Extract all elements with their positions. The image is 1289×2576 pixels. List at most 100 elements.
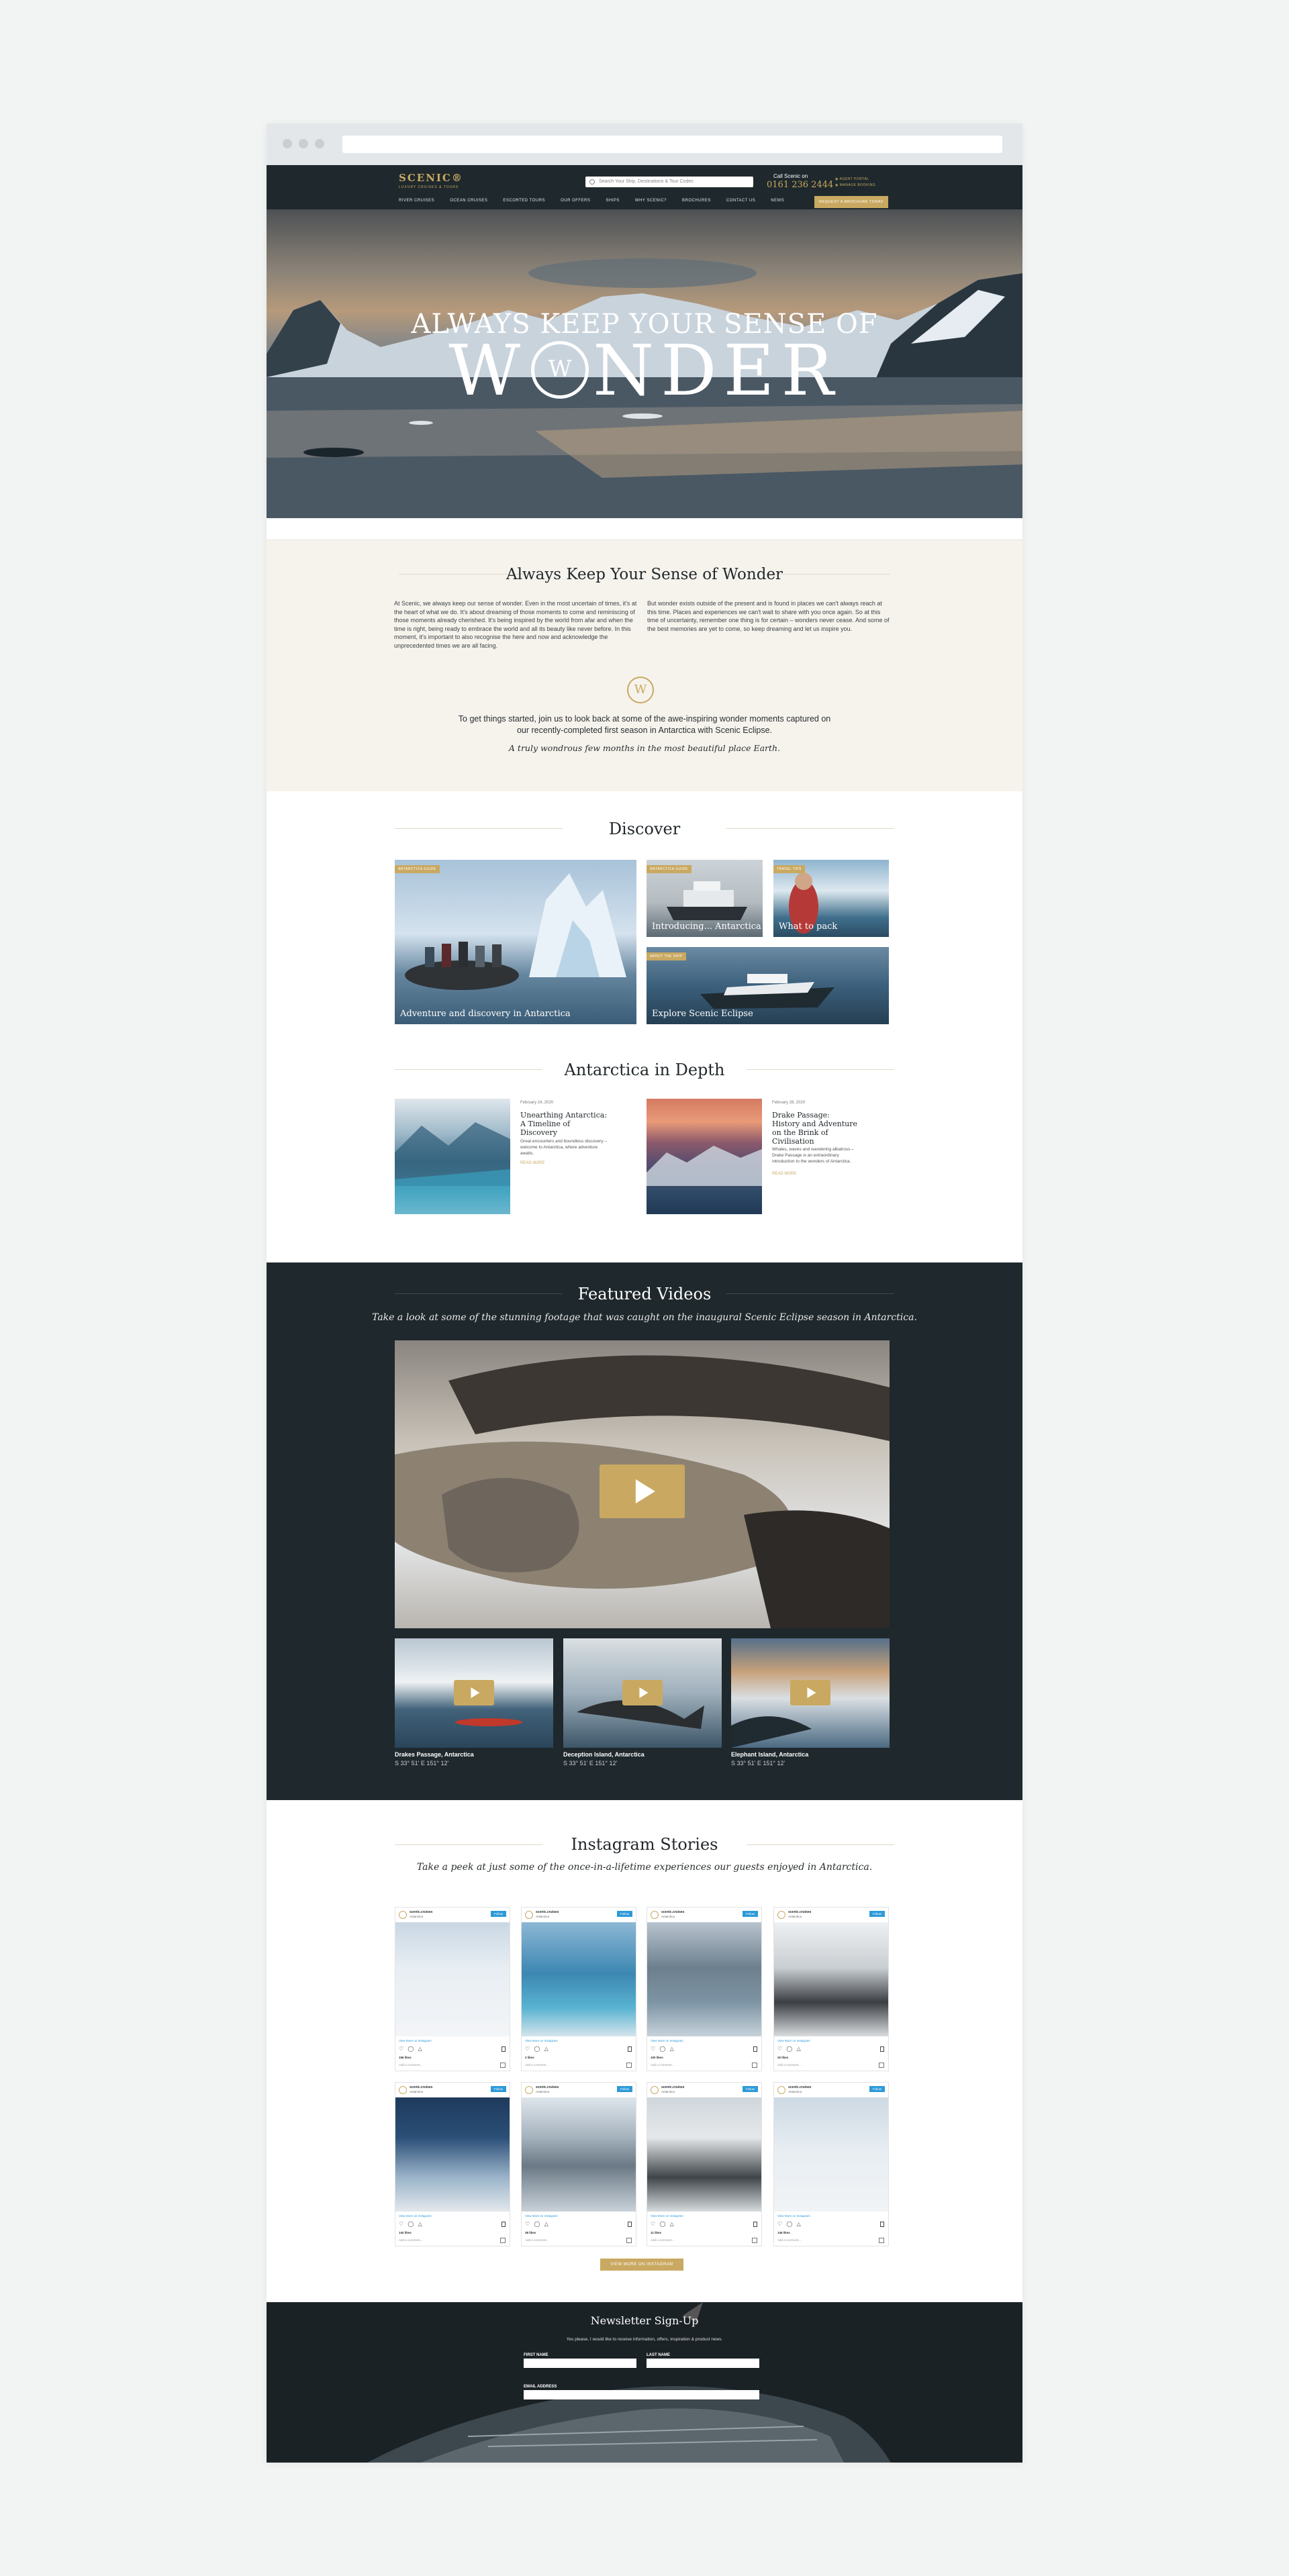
instagram-icon[interactable]	[879, 2238, 884, 2243]
follow-button[interactable]: Follow	[869, 2086, 885, 2092]
nav-news[interactable]: NEWS	[771, 199, 784, 203]
follow-button[interactable]: Follow	[490, 2086, 506, 2092]
like-comment-share-icons[interactable]: ♡ ◯ △	[525, 2046, 550, 2052]
instagram-photo[interactable]	[647, 1922, 761, 2036]
instagram-photo[interactable]	[774, 1922, 888, 2036]
phone-number[interactable]: 0161 236 2444	[767, 180, 833, 190]
instagram-post[interactable]: scenic.cruises Antarctica Follow View More …	[521, 1907, 636, 2071]
instagram-photo[interactable]	[395, 1922, 510, 2036]
nav-why-scenic[interactable]: WHY SCENIC?	[635, 199, 667, 203]
article-thumb-drake[interactable]	[647, 1099, 762, 1214]
last-name-field[interactable]	[647, 2359, 759, 2368]
instagram-username[interactable]: scenic.cruises	[536, 1910, 559, 1914]
avatar[interactable]	[399, 2086, 407, 2094]
instagram-icon[interactable]	[879, 2063, 884, 2068]
like-comment-share-icons[interactable]: ♡ ◯ △	[525, 2221, 550, 2227]
instagram-username[interactable]: scenic.cruises	[536, 2085, 559, 2089]
bookmark-icon[interactable]	[628, 2046, 632, 2052]
bookmark-icon[interactable]	[502, 2222, 506, 2227]
follow-button[interactable]: Follow	[742, 1911, 758, 1917]
instagram-icon[interactable]	[752, 2238, 757, 2243]
avatar[interactable]	[525, 2086, 533, 2094]
read-more-link[interactable]: READ MORE	[772, 1172, 796, 1176]
follow-button[interactable]: Follow	[742, 2086, 758, 2092]
instagram-photo[interactable]	[522, 1922, 636, 2036]
first-name-field[interactable]	[524, 2359, 636, 2368]
instagram-post[interactable]: scenic.cruises Antarctica Follow View More …	[647, 2082, 762, 2246]
instagram-username[interactable]: scenic.cruises	[788, 1910, 811, 1914]
nav-ships[interactable]: SHIPS	[606, 199, 620, 203]
like-comment-share-icons[interactable]: ♡ ◯ △	[651, 2046, 675, 2052]
instagram-post[interactable]: scenic.cruises Antarctica Follow View More …	[521, 2082, 636, 2246]
avatar[interactable]	[651, 1911, 659, 1919]
main-video-player[interactable]	[395, 1340, 890, 1628]
nav-contact-us[interactable]: CONTACT US	[726, 199, 755, 203]
nav-brochures[interactable]: BROCHURES	[682, 199, 711, 203]
view-more-instagram-button[interactable]: VIEW MORE ON INSTAGRAM	[600, 2259, 683, 2271]
play-button[interactable]	[622, 1680, 663, 1705]
bookmark-icon[interactable]	[628, 2222, 632, 2227]
bookmark-icon[interactable]	[753, 2222, 757, 2227]
view-on-instagram-link[interactable]: View More on Instagram	[525, 2214, 558, 2218]
bookmark-icon[interactable]	[753, 2046, 757, 2052]
instagram-post[interactable]: scenic.cruises Antarctica Follow View More …	[773, 1907, 889, 2071]
instagram-icon[interactable]	[500, 2238, 506, 2243]
add-comment-field[interactable]: Add a comment...	[525, 2238, 548, 2242]
instagram-icon[interactable]	[626, 2238, 632, 2243]
request-brochure-button[interactable]: REQUEST A BROCHURE TODAY	[814, 196, 888, 208]
view-on-instagram-link[interactable]: View More on Instagram	[399, 2039, 432, 2042]
window-maximize-dot[interactable]	[315, 139, 324, 148]
add-comment-field[interactable]: Add a comment...	[399, 2238, 422, 2242]
bookmark-icon[interactable]	[502, 2046, 506, 2052]
follow-button[interactable]: Follow	[616, 1911, 632, 1917]
discover-card-what-to-pack[interactable]: TRAVEL TIPS What to pack	[773, 860, 889, 937]
article-title[interactable]: Unearthing Antarctica: A Timeline of Dis…	[520, 1111, 608, 1137]
article-thumb-timeline[interactable]	[395, 1099, 510, 1214]
discover-card-adventure[interactable]: ANTARCTICA GUIDE Adventure and discovery…	[395, 860, 636, 1024]
read-more-link[interactable]: READ MORE	[520, 1161, 544, 1165]
instagram-icon[interactable]	[500, 2063, 506, 2068]
search-input[interactable]: Search Your Ship, Destinations & Tour Co…	[585, 177, 753, 187]
agent-portal-link[interactable]: ◉ AGENT PORTAL	[835, 177, 869, 181]
instagram-photo[interactable]	[647, 2097, 761, 2212]
instagram-photo[interactable]	[395, 2097, 510, 2212]
bookmark-icon[interactable]	[880, 2222, 884, 2227]
instagram-post[interactable]: scenic.cruises Antarctica Follow View More …	[395, 2082, 510, 2246]
follow-button[interactable]: Follow	[869, 1911, 885, 1917]
nav-our-offers[interactable]: OUR OFFERS	[561, 199, 590, 203]
window-close-dot[interactable]	[283, 139, 292, 148]
follow-button[interactable]: Follow	[616, 2086, 632, 2092]
view-on-instagram-link[interactable]: View More on Instagram	[525, 2039, 558, 2042]
like-comment-share-icons[interactable]: ♡ ◯ △	[399, 2221, 424, 2227]
instagram-username[interactable]: scenic.cruises	[410, 2085, 432, 2089]
instagram-post[interactable]: scenic.cruises Antarctica Follow View More …	[773, 2082, 889, 2246]
instagram-post[interactable]: scenic.cruises Antarctica Follow View More …	[647, 1907, 762, 2071]
nav-ocean-cruises[interactable]: OCEAN CRUISES	[450, 199, 487, 203]
view-on-instagram-link[interactable]: View More on Instagram	[777, 2214, 810, 2218]
add-comment-field[interactable]: Add a comment...	[777, 2238, 801, 2242]
instagram-photo[interactable]	[522, 2097, 636, 2212]
window-minimize-dot[interactable]	[299, 139, 308, 148]
instagram-icon[interactable]	[626, 2063, 632, 2068]
instagram-username[interactable]: scenic.cruises	[661, 1910, 684, 1914]
scenic-logo[interactable]: SCENIC®	[399, 172, 463, 184]
article-title[interactable]: Drake Passage: History and Adventure on …	[772, 1111, 859, 1146]
video-thumb-elephant-island[interactable]	[731, 1638, 890, 1748]
instagram-username[interactable]: scenic.cruises	[788, 2085, 811, 2089]
play-button[interactable]	[600, 1465, 685, 1518]
avatar[interactable]	[651, 2086, 659, 2094]
like-comment-share-icons[interactable]: ♡ ◯ △	[651, 2221, 675, 2227]
manage-booking-link[interactable]: ◉ MANAGE BOOKING	[835, 183, 875, 187]
add-comment-field[interactable]: Add a comment...	[777, 2063, 801, 2067]
discover-card-explore-ship[interactable]: ABOUT THE SHIP Explore Scenic Eclipse	[647, 947, 889, 1024]
play-button[interactable]	[454, 1680, 494, 1705]
instagram-username[interactable]: scenic.cruises	[410, 1910, 432, 1914]
instagram-icon[interactable]	[752, 2063, 757, 2068]
like-comment-share-icons[interactable]: ♡ ◯ △	[777, 2221, 802, 2227]
follow-button[interactable]: Follow	[490, 1911, 506, 1917]
avatar[interactable]	[399, 1911, 407, 1919]
email-field[interactable]	[524, 2390, 759, 2399]
avatar[interactable]	[525, 1911, 533, 1919]
instagram-post[interactable]: scenic.cruises Antarctica Follow View More …	[395, 1907, 510, 2071]
add-comment-field[interactable]: Add a comment...	[651, 2238, 674, 2242]
